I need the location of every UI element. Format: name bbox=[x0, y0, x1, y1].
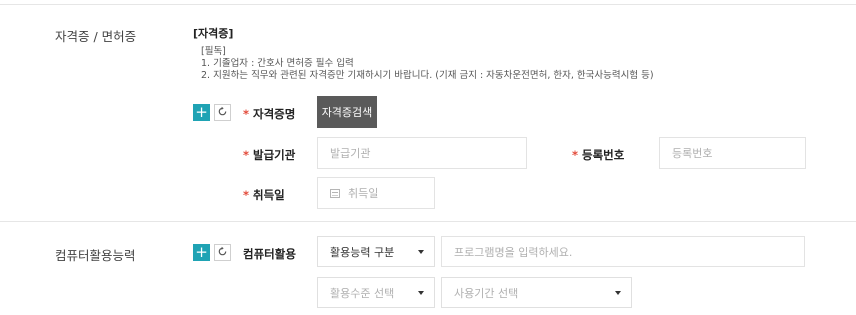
add-computer-skill-button[interactable]: + bbox=[193, 244, 210, 261]
reg-no-input[interactable]: 등록번호 bbox=[659, 137, 806, 169]
program-name-input[interactable]: 프로그램명을 입력하세요. bbox=[441, 236, 805, 267]
required-mark: * bbox=[243, 107, 250, 121]
acq-date-label: * 취득일 bbox=[243, 188, 285, 202]
reset-computer-skill-button[interactable] bbox=[214, 244, 231, 261]
category-select-value: 활용능력 구분 bbox=[330, 245, 395, 259]
chevron-down-icon bbox=[615, 290, 621, 295]
calendar-icon bbox=[330, 188, 340, 198]
add-license-button[interactable]: + bbox=[193, 104, 210, 121]
guide-line: 2. 지원하는 직무와 관련된 자격증만 기재하시기 바랍니다. (기재 금지 … bbox=[201, 70, 654, 81]
required-mark: * bbox=[243, 188, 250, 202]
guide-title: [자격증] bbox=[193, 27, 234, 40]
level-select[interactable]: 활용수준 선택 bbox=[317, 277, 435, 308]
issuer-input[interactable]: 발급기관 bbox=[317, 137, 527, 169]
computer-section-title: 컴퓨터활용능력 bbox=[55, 248, 136, 263]
reset-license-button[interactable] bbox=[214, 104, 231, 121]
reg-no-label: * 등록번호 bbox=[572, 148, 625, 162]
acq-date-placeholder: 취득일 bbox=[348, 187, 379, 200]
acq-date-input[interactable]: 취득일 bbox=[317, 177, 435, 209]
required-mark: * bbox=[572, 148, 579, 162]
refresh-icon bbox=[217, 106, 228, 120]
guide-line: 1. 기졸업자 : 간호사 면허증 필수 입력 bbox=[201, 58, 354, 69]
period-select[interactable]: 사용기간 선택 bbox=[441, 277, 632, 308]
guide-line: [필독] bbox=[201, 46, 226, 57]
required-mark: * bbox=[243, 148, 250, 162]
computer-usage-label: 컴퓨터활용 bbox=[243, 247, 296, 261]
cert-name-label: * 자격증명 bbox=[243, 107, 296, 121]
chevron-down-icon bbox=[418, 249, 424, 254]
category-select[interactable]: 활용능력 구분 bbox=[317, 236, 435, 267]
cert-search-button[interactable]: 자격증검색 bbox=[317, 96, 377, 128]
top-divider bbox=[0, 4, 856, 5]
issuer-label: * 발급기관 bbox=[243, 148, 296, 162]
section-divider bbox=[0, 221, 856, 222]
level-select-value: 활용수준 선택 bbox=[330, 286, 395, 300]
chevron-down-icon bbox=[418, 290, 424, 295]
license-section-title: 자격증 / 면허증 bbox=[55, 29, 137, 44]
license-guide: [자격증] [필독] 1. 기졸업자 : 간호사 면허증 필수 입력 2. 지원… bbox=[193, 25, 654, 82]
period-select-value: 사용기간 선택 bbox=[454, 286, 519, 300]
refresh-icon bbox=[217, 246, 228, 260]
